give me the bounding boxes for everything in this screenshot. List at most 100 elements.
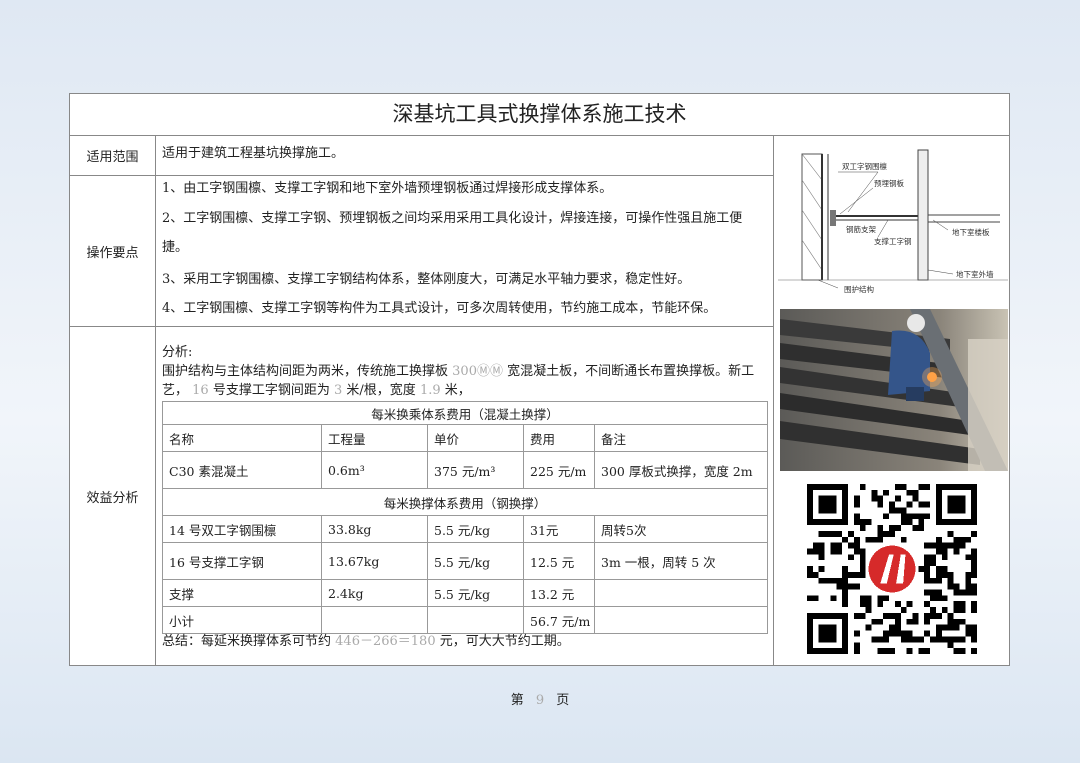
table-cell: 5.5 元/kg [427,579,524,607]
qr-module [883,630,890,637]
qr-module [971,648,977,654]
value-savings: 446－266＝180 [335,634,436,649]
qr-module [836,530,843,537]
qr-module [807,566,813,572]
qr-module [906,630,913,637]
divider [70,326,773,327]
qr-module [947,571,954,578]
qr-module [941,571,948,578]
diagram-label-wall: 地下室外墙 [956,269,994,279]
qr-module [900,630,907,637]
qr-module [959,542,966,549]
operation-item-1: 1、由工字钢围檩、支撑工字钢和地下室外墙预埋钢板通过焊接形成支撑体系。 [162,181,613,196]
qr-module [859,554,866,561]
page-number-value: 9 [535,693,545,708]
qr-module [859,548,866,555]
qr-module [900,607,907,613]
qr-module [971,630,977,637]
diagram-label-strut: 支撑工字钢 [874,236,912,246]
qr-module [935,536,942,543]
qr-module [812,548,819,555]
qr-module [947,583,954,590]
qr-module [953,583,960,590]
qr-module [930,595,936,602]
qr-module [871,536,878,543]
qr-module [853,495,860,502]
qr-module [871,489,878,496]
qr-module [924,612,931,619]
table-cell: 56.7 元/m [523,606,595,634]
qr-module [947,542,954,549]
qr-module [889,507,895,514]
qr-module [906,618,913,625]
table-cell: 5.5 元/kg [427,542,524,580]
qr-module [865,607,872,613]
qr-module [842,577,849,584]
qr-module [947,618,954,625]
page-suffix: 页 [556,693,570,708]
diagram-label-wale: 双工字钢围檩 [842,161,887,171]
table-cell: 14 号双工字钢围檩 [162,515,322,543]
qr-module [971,624,977,631]
qr-module [953,636,960,643]
qr-module [935,595,942,602]
value-beam-number: 16 [192,383,209,398]
qr-module [912,618,919,625]
qr-code [807,484,977,654]
qr-module [965,554,972,561]
qr-module [889,630,895,637]
qr-module [848,583,854,590]
qr-module [848,542,854,549]
qr-module [906,513,913,520]
qr-module [965,571,972,578]
qr-module [918,519,925,526]
qr-module [865,536,872,543]
qr-module [894,601,901,608]
qr-module [935,589,942,596]
qr-module [912,612,919,619]
qr-module [930,560,936,567]
table-cell: 13.67kg [321,542,428,580]
qr-module [953,542,960,549]
qr-module [877,525,884,531]
qr-module [906,636,913,643]
qr-module [965,583,972,590]
qr-module [859,601,866,608]
qr-module [894,612,901,619]
qr-module [859,484,866,490]
qr-module [842,595,849,602]
qr-module [830,577,837,584]
header-cell: 名称 [162,424,322,452]
table-cell [593,606,769,634]
qr-module [889,624,895,631]
qr-module [859,519,866,526]
header-cell: 单价 [427,424,524,452]
qr-module [848,571,854,578]
diagram-label-rebar: 钢筋支架 [846,224,876,234]
qr-module [924,589,931,596]
qr-module [830,542,837,549]
qr-module [906,489,913,496]
qr-module [941,566,948,572]
qr-module [818,566,825,572]
qr-module [824,530,831,537]
qr-module [877,495,884,502]
qr-module [965,589,972,596]
diagram-label-slab: 地下室楼板 [952,227,990,237]
header-cell: 工程量 [321,424,428,452]
qr-module [871,495,878,502]
qr-module [818,530,825,537]
page-title: 深基坑工具式换撑体系施工技术 [70,94,1009,136]
qr-module [953,624,960,631]
qr-module [848,554,854,561]
qr-module [971,601,977,608]
qr-module [947,530,954,537]
qr-module [924,542,931,549]
qr-module [930,577,936,584]
qr-module [924,577,931,584]
qr-module [889,501,895,508]
qr-module [947,624,954,631]
qr-module [818,624,837,643]
qr-module [818,542,825,549]
qr-module [842,536,849,543]
